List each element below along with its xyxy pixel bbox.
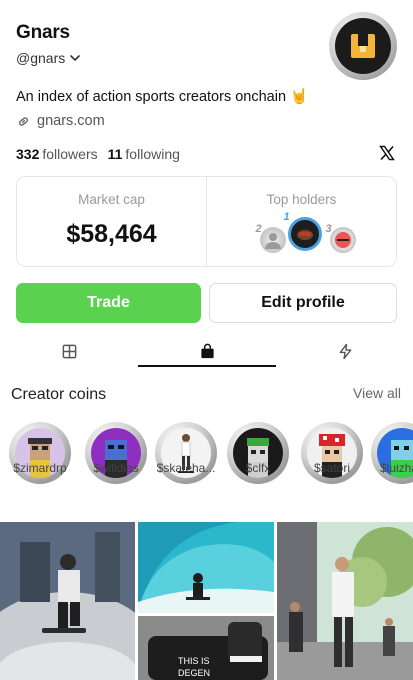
top-holders-label: Top holders bbox=[266, 192, 337, 207]
holder-rank-1: 1 bbox=[283, 211, 290, 223]
coin-label-willdias: $willdias bbox=[93, 461, 139, 475]
market-cap-label: Market cap bbox=[78, 192, 145, 207]
holder-avatar-2[interactable] bbox=[259, 227, 286, 253]
coin-label-zimardrp: $zimardrp bbox=[13, 461, 67, 475]
top-holders-avatars: 2 1 3 bbox=[242, 211, 362, 257]
active-tab-indicator bbox=[138, 365, 276, 367]
media-tile-surfer-wave[interactable] bbox=[138, 522, 274, 613]
link-icon bbox=[19, 116, 28, 126]
creator-coins-title: Creator coins bbox=[11, 386, 107, 403]
profile-avatar[interactable] bbox=[329, 12, 397, 80]
following-count: 11 bbox=[107, 146, 123, 162]
market-stats-card: Market cap $58,464 Top holders 2 1 3 bbox=[16, 176, 397, 267]
followers-count: 332 bbox=[16, 146, 40, 162]
rock-hand-emoji: 🤘 bbox=[290, 89, 309, 105]
svg-text:THIS IS: THIS IS bbox=[178, 656, 210, 666]
edit-profile-button[interactable]: Edit profile bbox=[209, 283, 397, 323]
following-label: following bbox=[125, 146, 180, 162]
tab-activity[interactable] bbox=[276, 336, 413, 366]
website-link[interactable]: gnars.com bbox=[16, 113, 105, 129]
coin-label-skatehacker: $skateha... bbox=[156, 461, 216, 475]
following-link[interactable]: 11 following bbox=[108, 146, 180, 162]
followers-link[interactable]: 332 followers bbox=[16, 146, 98, 162]
market-cap-cell: Market cap $58,464 bbox=[17, 177, 206, 266]
trade-button[interactable]: Trade bbox=[16, 283, 201, 323]
coin-label-satori: $satori bbox=[313, 461, 351, 475]
website-text: gnars.com bbox=[37, 113, 105, 129]
media-grid: THIS IS DEGEN bbox=[0, 522, 413, 680]
profile-handle: @gnars bbox=[16, 50, 66, 66]
media-tile-skater-fisheye[interactable] bbox=[0, 522, 135, 680]
coin-label-luizhac: $luizhac bbox=[379, 461, 413, 475]
market-cap-value: $58,464 bbox=[66, 220, 157, 248]
bio-text: An index of action sports creators oncha… bbox=[16, 88, 287, 105]
follow-stats: 332 followers 11 following bbox=[16, 146, 180, 162]
tab-coins[interactable] bbox=[138, 336, 276, 366]
x-logo-icon[interactable] bbox=[379, 145, 395, 161]
holder-rank-2: 2 bbox=[255, 223, 262, 235]
gnars-logo-icon bbox=[335, 18, 391, 74]
holder-avatar-1[interactable] bbox=[287, 217, 322, 251]
profile-bio: An index of action sports creators oncha… bbox=[16, 88, 309, 106]
holder-avatar-3[interactable] bbox=[329, 227, 356, 253]
grid-icon bbox=[62, 344, 76, 358]
tab-grid[interactable] bbox=[0, 336, 138, 366]
coin-label-clfx: $clfx bbox=[245, 461, 271, 475]
chevron-down-icon bbox=[70, 55, 81, 62]
media-tile-skate-shoes[interactable]: THIS IS DEGEN bbox=[138, 616, 274, 680]
svg-text:DEGEN: DEGEN bbox=[178, 668, 210, 678]
view-all-link[interactable]: View all bbox=[353, 385, 401, 401]
top-holders-cell[interactable]: Top holders 2 1 3 bbox=[206, 177, 396, 266]
bag-icon bbox=[200, 343, 214, 358]
holder-rank-3: 3 bbox=[325, 223, 332, 235]
profile-tabs bbox=[0, 336, 413, 368]
lightning-icon bbox=[339, 343, 351, 359]
followers-label: followers bbox=[42, 146, 98, 162]
media-tile-street-crowd[interactable] bbox=[277, 522, 413, 680]
